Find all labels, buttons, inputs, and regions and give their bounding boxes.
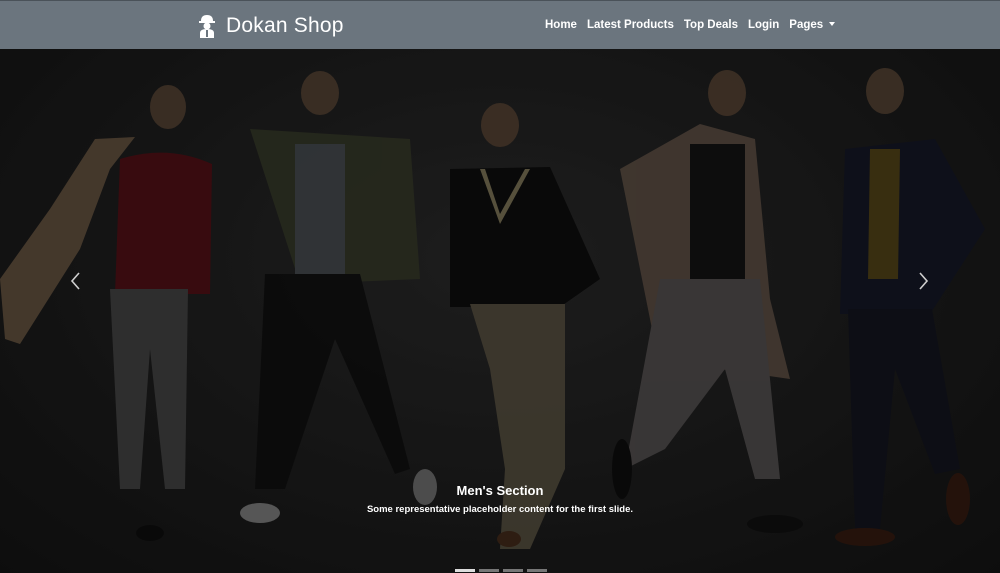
carousel-caption: Men's Section Some representative placeh… xyxy=(0,483,1000,515)
main-nav: Home Latest Products Top Deals Login Pag… xyxy=(545,19,845,31)
nav-pages-dropdown[interactable]: Pages xyxy=(789,19,836,31)
nav-home[interactable]: Home xyxy=(545,19,577,31)
nav-login[interactable]: Login xyxy=(748,19,779,31)
brand-name: Dokan Shop xyxy=(226,14,344,37)
shop-owner-icon xyxy=(199,15,215,38)
carousel-indicators xyxy=(455,569,547,572)
caption-text: Some representative placeholder content … xyxy=(366,504,634,515)
hero-carousel: Men's Section Some representative placeh… xyxy=(0,49,1000,573)
carousel-indicator-4[interactable] xyxy=(527,569,547,572)
carousel-indicator-1[interactable] xyxy=(455,569,475,572)
caption-title: Men's Section xyxy=(456,483,544,498)
nav-top-deals[interactable]: Top Deals xyxy=(684,19,738,31)
navbar: Dokan Shop Home Latest Products Top Deal… xyxy=(0,0,1000,49)
carousel-next-button[interactable] xyxy=(909,263,939,299)
carousel-indicator-2[interactable] xyxy=(479,569,499,572)
carousel-prev-button[interactable] xyxy=(60,263,90,299)
caret-down-icon xyxy=(829,22,836,26)
brand-link[interactable]: Dokan Shop xyxy=(197,12,344,40)
chevron-right-icon xyxy=(919,272,929,290)
nav-latest-products[interactable]: Latest Products xyxy=(587,19,674,31)
nav-pages-label: Pages xyxy=(789,19,824,31)
chevron-left-icon xyxy=(70,272,80,290)
carousel-indicator-3[interactable] xyxy=(503,569,523,572)
